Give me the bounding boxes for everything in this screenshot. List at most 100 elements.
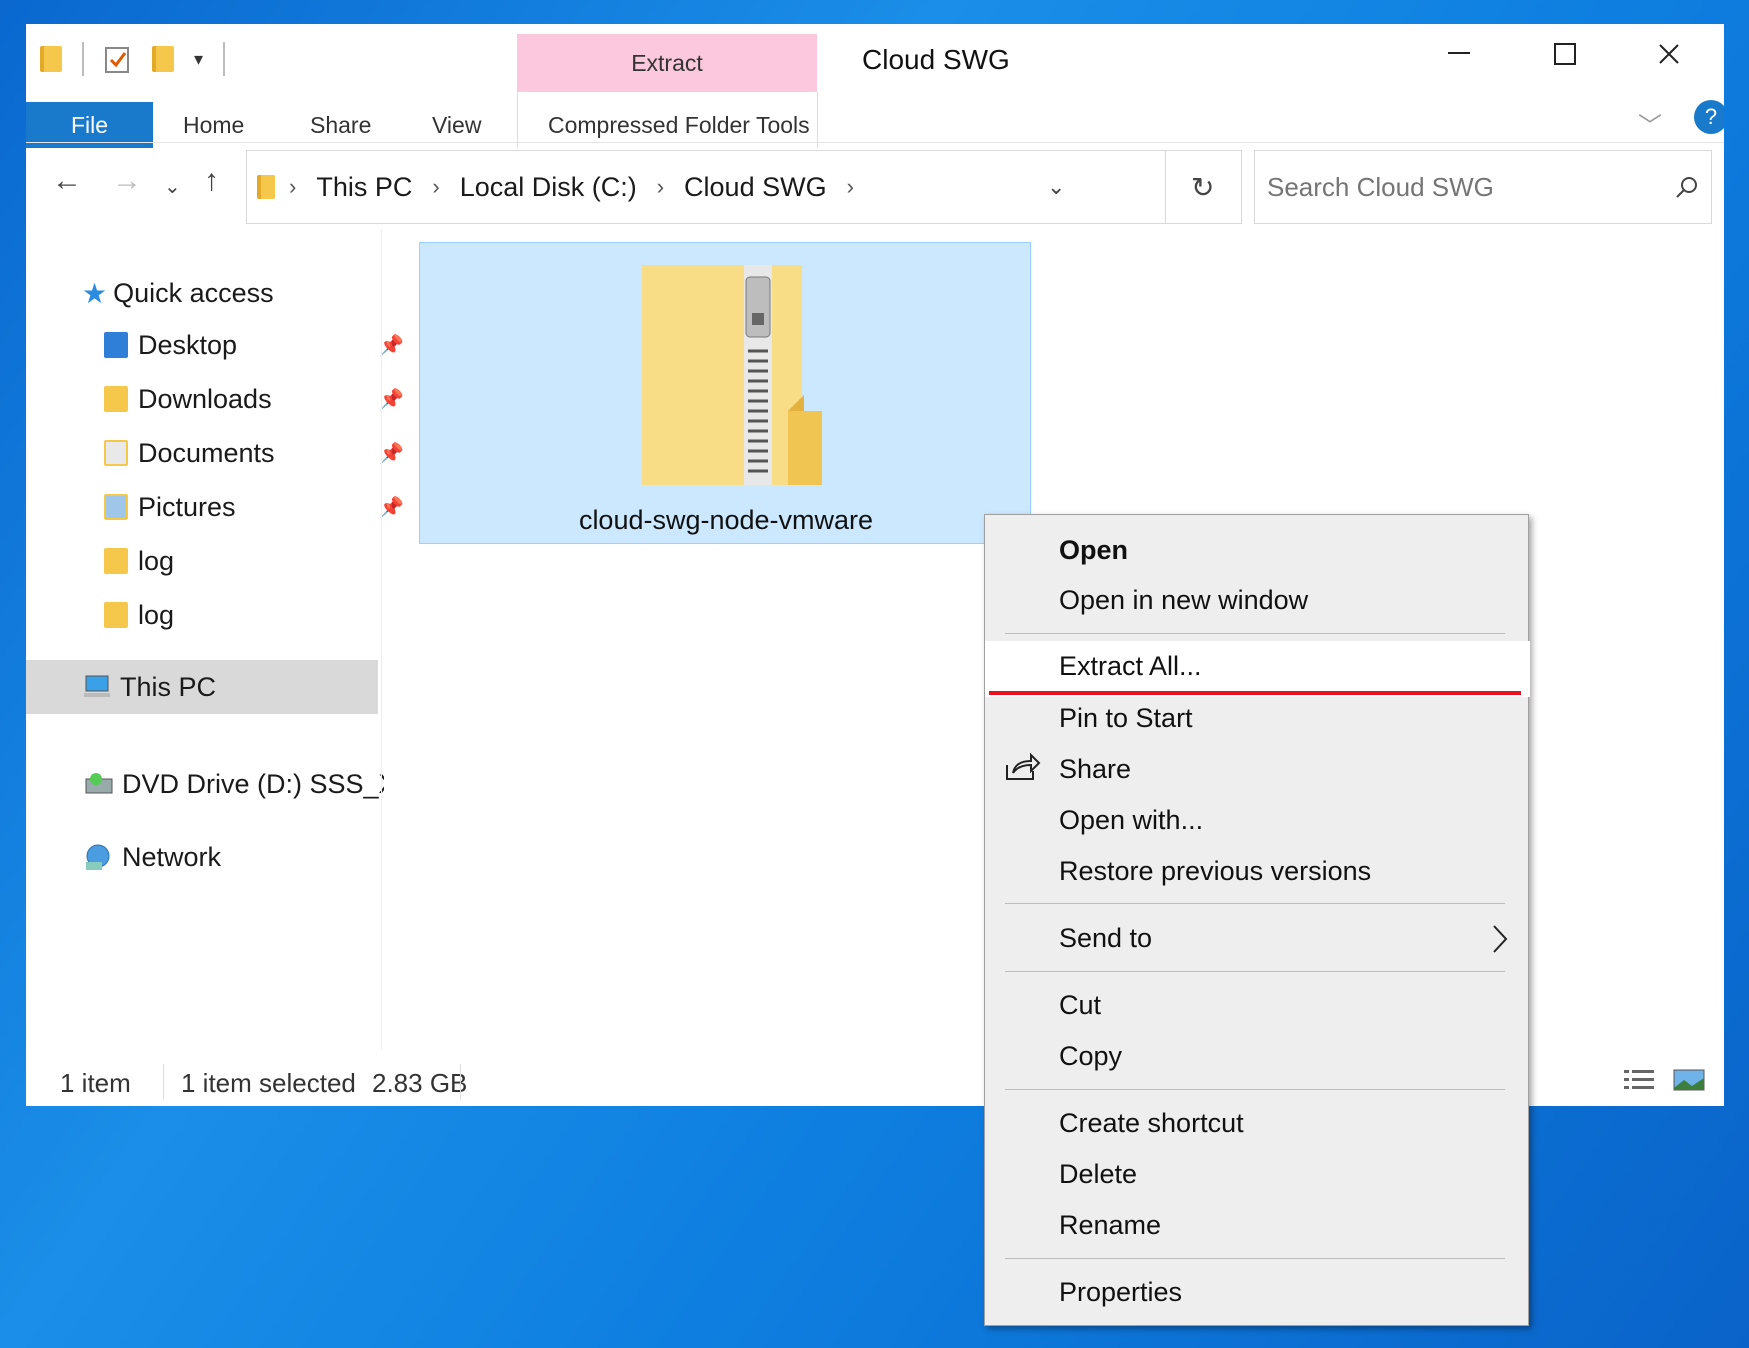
tab-divider: [817, 92, 818, 148]
folder-icon: [104, 602, 128, 628]
share-icon: [1006, 752, 1041, 780]
network-icon: [86, 844, 110, 870]
menu-separator: [1005, 971, 1505, 972]
chevron-right-icon[interactable]: ›: [289, 174, 296, 200]
nav-label: Pictures: [138, 491, 236, 522]
menu-item-rename[interactable]: Rename: [1059, 1210, 1161, 1241]
menu-item-send-to[interactable]: Send to: [1059, 923, 1152, 954]
chevron-right-icon: [1493, 925, 1508, 953]
status-selected: 1 item selected: [181, 1068, 356, 1098]
folder-icon[interactable]: [40, 46, 62, 72]
help-icon[interactable]: ?: [1694, 100, 1724, 134]
ribbon-border: [26, 142, 1724, 143]
refresh-icon[interactable]: ↻: [1191, 171, 1214, 204]
minimize-button[interactable]: [1426, 34, 1492, 74]
nav-label: Documents: [138, 437, 275, 468]
pin-icon[interactable]: 📌: [379, 495, 404, 520]
nav-label: Desktop: [138, 329, 238, 360]
menu-item-extract-all[interactable]: Extract All...: [1059, 651, 1202, 682]
nav-item-network[interactable]: Network: [82, 832, 221, 882]
chevron-right-icon[interactable]: ›: [657, 174, 664, 200]
file-name[interactable]: cloud-swg-node-vmware: [420, 505, 1032, 536]
properties-icon[interactable]: [104, 44, 132, 74]
pin-icon[interactable]: 📌: [379, 333, 404, 358]
recent-locations-icon[interactable]: ⌄: [164, 174, 181, 199]
menu-item-copy[interactable]: Copy: [1059, 1041, 1122, 1072]
nav-item-dvd-drive[interactable]: DVD Drive (D:) SSS_X6: [84, 759, 384, 809]
nav-item-pictures[interactable]: Pictures 📌: [104, 482, 404, 532]
menu-item-open[interactable]: Open: [1059, 535, 1128, 566]
search-input[interactable]: [1267, 171, 1667, 203]
menu-separator: [1005, 633, 1505, 634]
new-folder-icon[interactable]: [152, 46, 174, 72]
nav-item-documents[interactable]: Documents 📌: [104, 428, 404, 478]
nav-quick-access[interactable]: ★ Quick access: [82, 268, 274, 318]
star-icon: ★: [82, 277, 108, 309]
nav-label: This PC: [120, 671, 217, 702]
desktop-icon: [104, 332, 128, 358]
maximize-button[interactable]: [1532, 34, 1598, 74]
toolbar-separator: [223, 42, 226, 76]
zip-folder-icon: [642, 265, 822, 485]
forward-arrow-icon[interactable]: →: [112, 164, 142, 198]
nav-label: Downloads: [138, 383, 272, 414]
menu-separator: [1005, 1258, 1505, 1259]
menu-separator: [1005, 903, 1505, 904]
nav-item-log[interactable]: log: [104, 536, 404, 586]
menu-item-pin-to-start[interactable]: Pin to Start: [1059, 703, 1193, 734]
up-arrow-icon[interactable]: ↑: [204, 164, 219, 198]
address-divider: [1165, 151, 1166, 223]
menu-item-restore-versions[interactable]: Restore previous versions: [1059, 856, 1371, 887]
chevron-right-icon[interactable]: ›: [432, 174, 439, 200]
pictures-icon: [104, 494, 128, 520]
nav-label: Network: [122, 841, 222, 872]
folder-icon: [104, 548, 128, 574]
nav-item-desktop[interactable]: Desktop 📌: [104, 320, 404, 370]
menu-item-properties[interactable]: Properties: [1059, 1277, 1182, 1308]
dvd-drive-icon: [85, 773, 113, 794]
address-bar[interactable]: › This PC › Local Disk (C:) › Cloud SWG …: [246, 150, 1242, 224]
back-arrow-icon[interactable]: ←: [52, 164, 82, 198]
quick-access-list: Desktop 📌 Downloads 📌 Documents 📌 Pictur…: [104, 320, 404, 640]
menu-item-delete[interactable]: Delete: [1059, 1159, 1137, 1190]
chevron-right-icon[interactable]: ›: [847, 174, 854, 200]
nav-label: Quick access: [113, 277, 274, 308]
status-item-count: 1 item: [60, 1068, 131, 1098]
close-button[interactable]: [1636, 34, 1702, 74]
file-item-selected[interactable]: cloud-swg-node-vmware: [419, 242, 1031, 544]
documents-icon: [104, 440, 128, 466]
breadcrumb-local-disk[interactable]: Local Disk (C:): [460, 172, 637, 203]
nav-item-this-pc[interactable]: This PC: [26, 660, 378, 714]
nav-item-log[interactable]: log: [104, 590, 404, 640]
expand-ribbon-icon[interactable]: ﹀: [1638, 106, 1662, 141]
menu-item-share[interactable]: Share: [1059, 754, 1131, 785]
menu-item-cut[interactable]: Cut: [1059, 990, 1101, 1021]
address-dropdown-icon[interactable]: ⌄: [1047, 174, 1065, 200]
computer-icon: [84, 675, 110, 697]
details-view-icon[interactable]: [1622, 1066, 1656, 1094]
pin-icon[interactable]: 📌: [379, 441, 404, 466]
large-icons-view-icon[interactable]: [1672, 1066, 1706, 1094]
customize-toolbar-icon[interactable]: ▾: [194, 49, 203, 70]
menu-item-open-new-window[interactable]: Open in new window: [1059, 585, 1308, 616]
menu-item-create-shortcut[interactable]: Create shortcut: [1059, 1108, 1244, 1139]
tab-divider: [517, 92, 518, 148]
breadcrumb-cloud-swg[interactable]: Cloud SWG: [684, 172, 827, 203]
window-title: Cloud SWG: [862, 44, 1010, 75]
pin-icon[interactable]: 📌: [379, 387, 404, 412]
search-box[interactable]: [1254, 150, 1712, 224]
status-divider: [163, 1064, 164, 1100]
folder-icon: [257, 175, 275, 199]
annotation-underline: [989, 691, 1521, 695]
breadcrumb-this-pc[interactable]: This PC: [316, 172, 412, 203]
contextual-tab-extract[interactable]: Extract: [517, 34, 817, 92]
nav-label: log: [138, 545, 175, 576]
menu-item-open-with[interactable]: Open with...: [1059, 805, 1203, 836]
nav-label: log: [138, 599, 175, 630]
toolbar-separator: [82, 42, 84, 76]
downloads-icon: [104, 386, 128, 412]
status-size: 2.83 GB: [372, 1068, 468, 1098]
search-icon[interactable]: [1675, 175, 1699, 199]
nav-label: DVD Drive (D:) SSS_X6: [122, 768, 384, 799]
nav-item-downloads[interactable]: Downloads 📌: [104, 374, 404, 424]
